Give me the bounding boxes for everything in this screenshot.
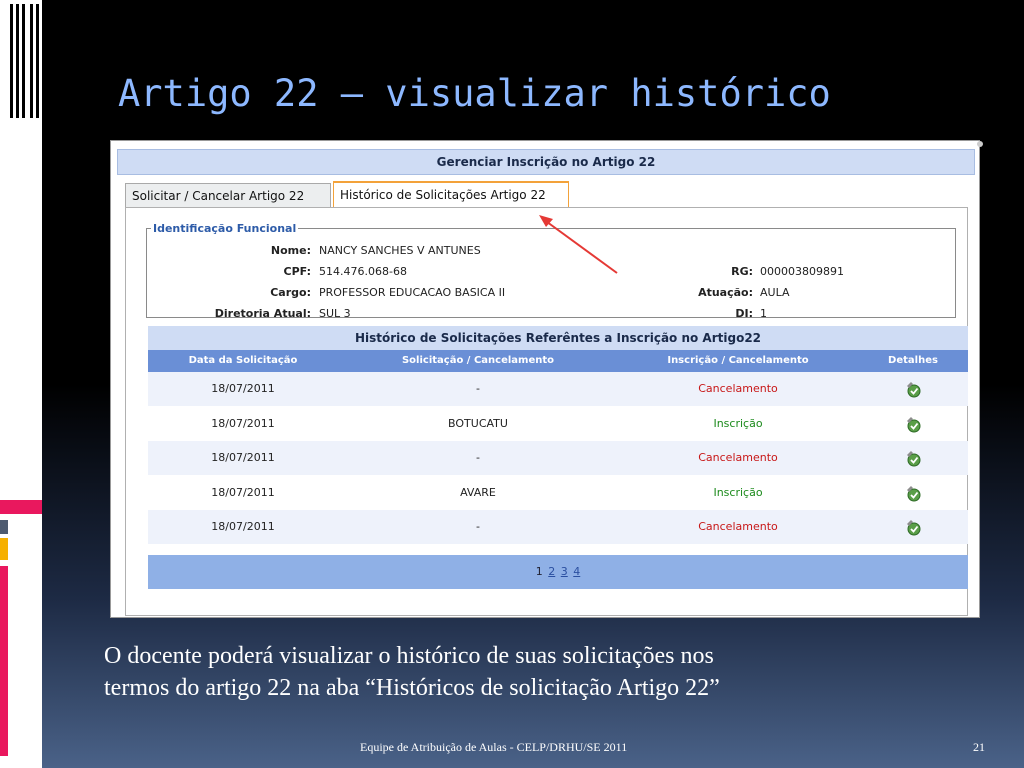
caption-line-2: termos do artigo 22 na aba “Históricos d… <box>104 675 720 701</box>
cell-solicitacao: AVARE <box>460 485 496 499</box>
tab-panel: Identificação Funcional Nome: NANCY SANC… <box>125 207 968 616</box>
slide-title: Artigo 22 – visualizar histórico <box>118 72 831 115</box>
window-frame-icon <box>0 0 42 118</box>
app-screenshot: Gerenciar Inscrição no Artigo 22 Solicit… <box>110 140 983 618</box>
cell-data: 18/07/2011 <box>211 485 275 499</box>
rg-value: 000003809891 <box>760 265 844 278</box>
table-row: 18/07/2011 AVARE Inscrição <box>148 476 968 510</box>
deco-bar-gray <box>0 520 8 534</box>
nome-value: NANCY SANCHES V ANTUNES <box>319 244 481 257</box>
app-header: Gerenciar Inscrição no Artigo 22 <box>117 149 975 175</box>
details-check-icon[interactable] <box>904 449 922 467</box>
page-link-4[interactable]: 4 <box>573 565 580 578</box>
di-value: 1 <box>760 307 767 320</box>
details-check-icon[interactable] <box>904 380 922 398</box>
atuacao-label: Atuação: <box>698 286 753 299</box>
table-row: 18/07/2011 - Cancelamento <box>148 510 968 545</box>
col-data[interactable]: Data da Solicitação <box>148 350 338 372</box>
cargo-label: Cargo: <box>270 286 311 299</box>
col-inscricao[interactable]: Inscrição / Cancelamento <box>618 350 858 372</box>
table-row: 18/07/2011 - Cancelamento <box>148 441 968 476</box>
cell-solicitacao: - <box>476 520 480 534</box>
cell-status: Cancelamento <box>698 382 778 395</box>
cell-data: 18/07/2011 <box>211 382 275 395</box>
atuacao-value: AULA <box>760 286 790 299</box>
cell-status: Inscrição <box>713 485 763 499</box>
table-row: 18/07/2011 BOTUCATU Inscrição <box>148 407 968 441</box>
slide-number: 21 <box>973 740 985 754</box>
cell-data: 18/07/2011 <box>211 416 275 430</box>
col-detalhes[interactable]: Detalhes <box>858 350 968 372</box>
historico-title: Histórico de Solicitações Referêntes a I… <box>148 326 968 350</box>
details-check-icon[interactable] <box>904 518 922 536</box>
deco-bar-pink <box>0 500 42 514</box>
cell-status: Cancelamento <box>698 520 778 534</box>
rg-label: RG: <box>731 265 753 278</box>
pagination: 1 2 3 4 <box>148 555 968 589</box>
page-link-2[interactable]: 2 <box>548 565 555 578</box>
historico-column-header: Data da Solicitação Solicitação / Cancel… <box>148 350 968 372</box>
cell-solicitacao: - <box>476 451 480 465</box>
slide-left-decoration <box>0 0 42 768</box>
slide-caption: O docente poderá visualizar o histórico … <box>104 640 1014 704</box>
cargo-value: PROFESSOR EDUCACAO BASICA II <box>319 286 506 299</box>
col-solicitacao[interactable]: Solicitação / Cancelamento <box>338 350 618 372</box>
page-link-3[interactable]: 3 <box>561 565 568 578</box>
tab-solicitar-cancelar[interactable]: Solicitar / Cancelar Artigo 22 <box>125 183 331 208</box>
cell-data: 18/07/2011 <box>211 451 275 465</box>
details-check-icon[interactable] <box>904 415 922 433</box>
identificacao-legend: Identificação Funcional <box>153 222 297 235</box>
deco-bar-pink-long <box>0 566 8 756</box>
page-current: 1 <box>535 565 543 578</box>
caption-line-1: O docente poderá visualizar o histórico … <box>104 643 714 669</box>
cell-status: Cancelamento <box>698 451 778 465</box>
footer-text: Equipe de Atribuição de Aulas - CELP/DRH… <box>360 740 628 754</box>
di-label: DI: <box>735 307 753 320</box>
diretoria-label: Diretoria Atual: <box>214 307 311 320</box>
tab-historico[interactable]: Histórico de Solicitações Artigo 22 <box>333 181 569 208</box>
cell-data: 18/07/2011 <box>211 520 275 534</box>
details-check-icon[interactable] <box>904 484 922 502</box>
cpf-label: CPF: <box>283 265 311 278</box>
cell-status: Inscrição <box>713 416 763 430</box>
deco-bar-yellow <box>0 538 8 560</box>
table-row: 18/07/2011 - Cancelamento <box>148 372 968 406</box>
diretoria-value: SUL 3 <box>319 307 351 320</box>
nome-label: Nome: <box>270 244 311 257</box>
cell-solicitacao: - <box>476 382 480 395</box>
cell-solicitacao: BOTUCATU <box>448 416 508 430</box>
cpf-value: 514.476.068-68 <box>319 265 407 278</box>
